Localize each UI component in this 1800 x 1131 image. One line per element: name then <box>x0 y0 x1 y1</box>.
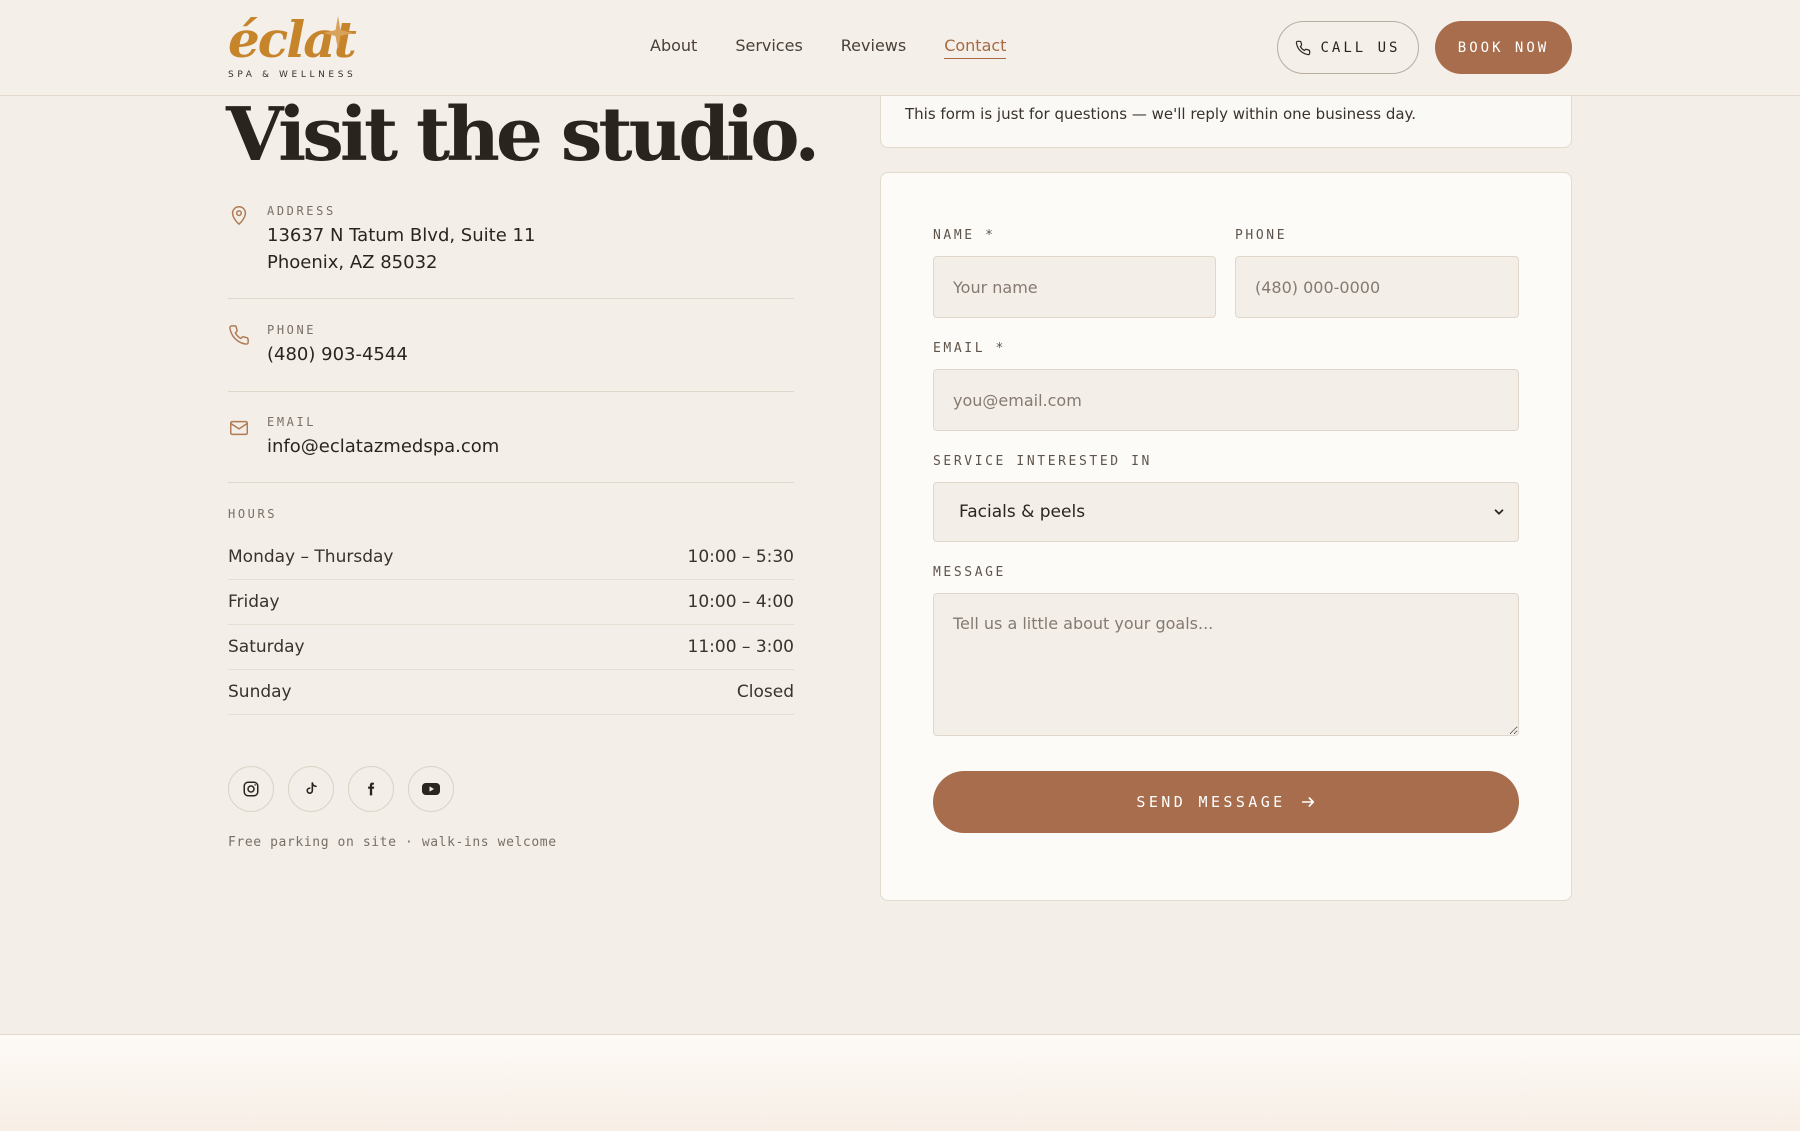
phone-block: PHONE (480) 903-4544 <box>228 320 794 370</box>
instagram-link[interactable] <box>228 766 274 812</box>
divider <box>228 482 794 483</box>
service-selected-value: Facials & peels <box>959 502 1086 522</box>
youtube-icon <box>422 783 440 795</box>
hours-time: 11:00 – 3:00 <box>687 637 794 657</box>
email-label: EMAIL <box>267 415 317 429</box>
youtube-link[interactable] <box>408 766 454 812</box>
hours-row: Monday – Thursday 10:00 – 5:30 <box>228 535 794 580</box>
divider <box>228 391 794 392</box>
tiktok-link[interactable] <box>288 766 334 812</box>
chevron-down-icon <box>1494 509 1504 515</box>
parking-note: Free parking on site · walk-ins welcome <box>228 835 557 850</box>
page-title: Visit the studio. <box>226 92 820 178</box>
phone-icon <box>229 325 249 345</box>
hours-row: Friday 10:00 – 4:00 <box>228 580 794 625</box>
mail-icon <box>230 420 248 436</box>
tiktok-icon <box>306 782 317 794</box>
map-pin-icon <box>231 206 247 225</box>
hours-time: 10:00 – 4:00 <box>687 592 794 612</box>
hours-row: Sunday Closed <box>228 670 794 715</box>
phone-link[interactable]: (480) 903-4544 <box>267 341 408 368</box>
hours-day: Saturday <box>228 637 305 657</box>
arrow-right-icon <box>1301 797 1314 807</box>
email-block: EMAIL info@eclatazmedspa.com <box>228 413 794 463</box>
book-now-button[interactable]: BOOK NOW <box>1435 21 1572 74</box>
form-note: This form is just for questions — we'll … <box>905 105 1417 123</box>
name-input[interactable] <box>933 256 1216 318</box>
hours-row: Saturday 11:00 – 3:00 <box>228 625 794 670</box>
nav-about[interactable]: About <box>650 36 697 59</box>
address-block: ADDRESS 13637 N Tatum Blvd, Suite 11 Pho… <box>228 200 794 280</box>
phone-field-label: PHONE <box>1235 228 1288 243</box>
brand-tagline: SPA & WELLNESS <box>228 70 357 80</box>
phone-icon <box>1296 40 1311 55</box>
hours-day: Friday <box>228 592 280 612</box>
nav-contact[interactable]: Contact <box>944 36 1007 59</box>
hours-time: 10:00 – 5:30 <box>687 547 794 567</box>
sparkle-icon <box>323 16 353 50</box>
hours-label: HOURS <box>228 507 278 521</box>
contact-form: NAME * PHONE EMAIL * SERVICE INTERESTED … <box>880 172 1572 901</box>
brand-logo[interactable]: éclat SPA & WELLNESS <box>228 10 360 84</box>
email-link[interactable]: info@eclatazmedspa.com <box>267 433 499 460</box>
call-us-label: CALL US <box>1320 39 1401 56</box>
message-textarea[interactable] <box>933 593 1519 736</box>
send-message-button[interactable]: SEND MESSAGE <box>933 771 1519 833</box>
instagram-icon <box>243 781 259 797</box>
nav-reviews[interactable]: Reviews <box>841 36 906 59</box>
service-select[interactable]: Facials & peels <box>933 482 1519 542</box>
divider <box>228 298 794 299</box>
site-header: éclat SPA & WELLNESS About Services Revi… <box>0 0 1800 96</box>
hours-day: Monday – Thursday <box>228 547 394 567</box>
email-input[interactable] <box>933 369 1519 431</box>
facebook-link[interactable] <box>348 766 394 812</box>
send-message-label: SEND MESSAGE <box>1136 793 1286 811</box>
address-line-1: 13637 N Tatum Blvd, Suite 11 <box>267 225 536 246</box>
name-label: NAME * <box>933 228 996 243</box>
address-label: ADDRESS <box>267 204 336 218</box>
service-label: SERVICE INTERESTED IN <box>933 454 1152 469</box>
main-nav: About Services Reviews Contact <box>650 36 1007 59</box>
hours-day: Sunday <box>228 682 292 702</box>
phone-label: PHONE <box>267 323 317 337</box>
address-line-2: Phoenix, AZ 85032 <box>267 252 438 273</box>
hours-time: Closed <box>736 682 794 702</box>
email-field-label: EMAIL * <box>933 341 1006 356</box>
message-label: MESSAGE <box>933 565 1006 580</box>
facebook-icon <box>368 782 375 796</box>
footer-band <box>0 1034 1800 1131</box>
call-us-button[interactable]: CALL US <box>1277 21 1419 74</box>
phone-input[interactable] <box>1235 256 1519 318</box>
nav-services[interactable]: Services <box>735 36 802 59</box>
